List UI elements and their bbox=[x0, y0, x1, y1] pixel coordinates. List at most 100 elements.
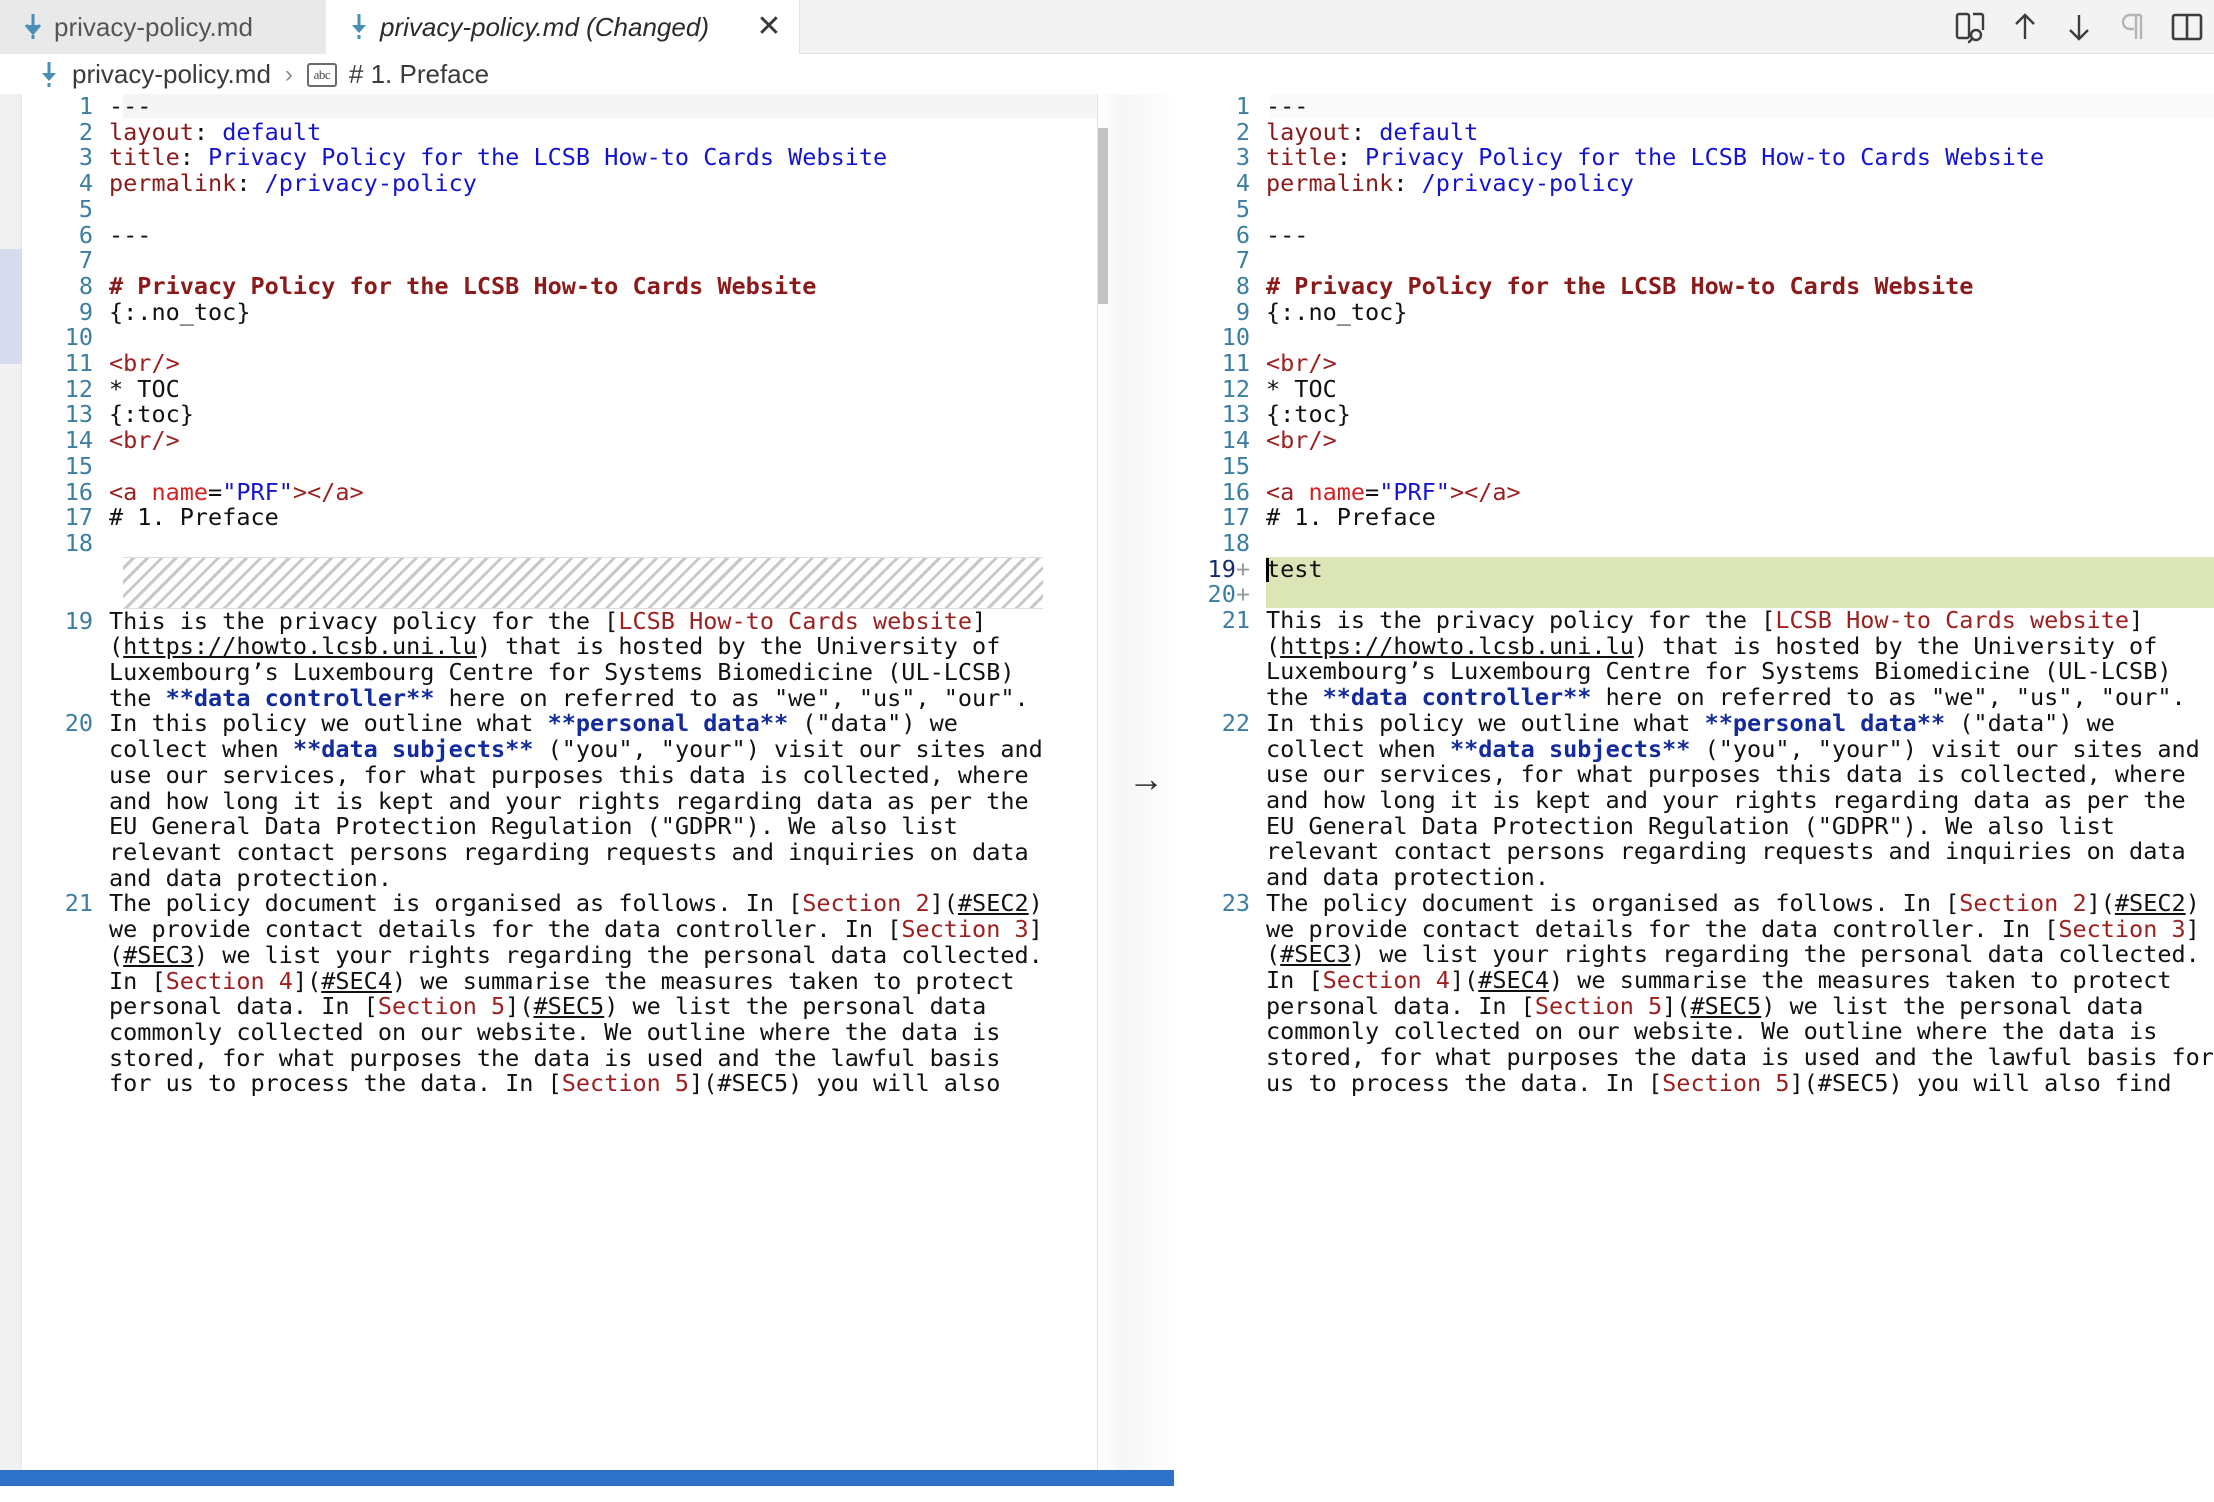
code-line-text[interactable]: title: Privacy Policy for the LCSB How-t… bbox=[109, 145, 1043, 171]
code-line-text[interactable] bbox=[109, 454, 1043, 480]
code-line-text[interactable]: <br/> bbox=[109, 428, 1043, 454]
code-line[interactable]: 11<br/> bbox=[23, 351, 1043, 377]
code-line-text[interactable]: --- bbox=[109, 94, 1043, 120]
code-line[interactable]: 1--- bbox=[23, 94, 1043, 120]
code-line[interactable]: 3title: Privacy Policy for the LCSB How-… bbox=[23, 145, 1043, 171]
tab-privacy-policy-changed[interactable]: privacy-policy.md (Changed) ✕ bbox=[326, 0, 800, 54]
horizontal-scrollbar-thumb[interactable] bbox=[0, 1470, 1174, 1486]
code-line-text[interactable]: title: Privacy Policy for the LCSB How-t… bbox=[1266, 145, 2214, 171]
code-line-text[interactable]: {:.no_toc} bbox=[109, 300, 1043, 326]
code-line-text[interactable]: {:toc} bbox=[1266, 402, 2214, 428]
code-line-text[interactable]: <a name="PRF"></a> bbox=[109, 480, 1043, 506]
code-line-text[interactable] bbox=[109, 325, 1043, 351]
code-line[interactable]: 3title: Privacy Policy for the LCSB How-… bbox=[1180, 145, 2214, 171]
breadcrumb-symbol[interactable]: # 1. Preface bbox=[349, 59, 489, 90]
code-modified[interactable]: 1---2layout: default3title: Privacy Poli… bbox=[1180, 94, 2214, 1096]
arrow-up-icon[interactable] bbox=[1998, 0, 2052, 54]
code-line-text[interactable]: # 1. Preface bbox=[109, 505, 1043, 531]
horizontal-scrollbar-track[interactable] bbox=[1174, 1470, 2214, 1486]
code-line-text[interactable]: # 1. Preface bbox=[1266, 505, 2214, 531]
code-line[interactable]: 15 bbox=[23, 454, 1043, 480]
code-line-text[interactable] bbox=[1266, 197, 2214, 223]
code-line-text[interactable]: <br/> bbox=[109, 351, 1043, 377]
code-line-text[interactable]: # Privacy Policy for the LCSB How-to Car… bbox=[1266, 274, 2214, 300]
split-view-icon[interactable] bbox=[2160, 0, 2214, 54]
code-line-inserted[interactable]: 19+test bbox=[1180, 557, 2214, 583]
code-line[interactable]: 16<a name="PRF"></a> bbox=[23, 480, 1043, 506]
code-line-text[interactable]: test bbox=[1266, 557, 2214, 583]
diff-pane-original[interactable]: 1---2layout: default3title: Privacy Poli… bbox=[23, 94, 1097, 1486]
code-line[interactable]: 2layout: default bbox=[1180, 120, 2214, 146]
code-line[interactable]: 2layout: default bbox=[23, 120, 1043, 146]
code-line[interactable]: 4permalink: /privacy-policy bbox=[1180, 171, 2214, 197]
tab-privacy-policy[interactable]: privacy-policy.md bbox=[0, 0, 326, 54]
code-line[interactable]: 22In this policy we outline what **perso… bbox=[1180, 711, 2214, 891]
code-line[interactable]: 20In this policy we outline what **perso… bbox=[23, 711, 1043, 891]
code-line-text[interactable]: * TOC bbox=[1266, 377, 2214, 403]
code-line[interactable]: 9{:.no_toc} bbox=[1180, 300, 2214, 326]
code-line[interactable]: 15 bbox=[1180, 454, 2214, 480]
inner-vertical-scrollbar-thumb[interactable] bbox=[1098, 128, 1108, 304]
code-line[interactable]: 12* TOC bbox=[1180, 377, 2214, 403]
code-line-text[interactable]: <a name="PRF"></a> bbox=[1266, 480, 2214, 506]
code-line[interactable]: 21This is the privacy policy for the [LC… bbox=[1180, 608, 2214, 711]
outer-vertical-scrollbar-thumb[interactable] bbox=[0, 249, 22, 364]
code-line-text[interactable]: --- bbox=[1266, 223, 2214, 249]
code-line-text[interactable]: <br/> bbox=[1266, 428, 2214, 454]
code-line-text[interactable]: In this policy we outline what **persona… bbox=[109, 711, 1043, 891]
close-icon[interactable]: ✕ bbox=[755, 12, 783, 42]
code-line[interactable]: 13{:toc} bbox=[23, 402, 1043, 428]
code-line[interactable]: 14<br/> bbox=[1180, 428, 2214, 454]
outer-vertical-scrollbar[interactable] bbox=[0, 94, 22, 1486]
code-line-text[interactable] bbox=[109, 248, 1043, 274]
code-line[interactable]: 18 bbox=[23, 531, 1043, 557]
code-line[interactable]: 13{:toc} bbox=[1180, 402, 2214, 428]
code-line[interactable]: 17# 1. Preface bbox=[1180, 505, 2214, 531]
code-line-text[interactable] bbox=[109, 531, 1043, 557]
code-line-text[interactable]: {:.no_toc} bbox=[1266, 300, 2214, 326]
code-line[interactable]: 11<br/> bbox=[1180, 351, 2214, 377]
code-line[interactable]: 5 bbox=[23, 197, 1043, 223]
code-line[interactable]: 16<a name="PRF"></a> bbox=[1180, 480, 2214, 506]
code-line-text[interactable] bbox=[1266, 454, 2214, 480]
code-line-text[interactable]: permalink: /privacy-policy bbox=[1266, 171, 2214, 197]
code-line-text[interactable]: layout: default bbox=[1266, 120, 2214, 146]
code-line[interactable]: 6--- bbox=[23, 223, 1043, 249]
code-line-text[interactable]: The policy document is organised as foll… bbox=[109, 891, 1043, 1097]
code-line[interactable]: 6--- bbox=[1180, 223, 2214, 249]
code-line[interactable]: 21The policy document is organised as fo… bbox=[23, 891, 1043, 1097]
code-line-text[interactable]: In this policy we outline what **persona… bbox=[1266, 711, 2214, 891]
code-line-inserted[interactable]: 20+ bbox=[1180, 582, 2214, 608]
code-line[interactable]: 14<br/> bbox=[23, 428, 1043, 454]
arrow-down-icon[interactable] bbox=[2052, 0, 2106, 54]
code-original[interactable]: 1---2layout: default3title: Privacy Poli… bbox=[23, 94, 1043, 1097]
code-line[interactable]: 9{:.no_toc} bbox=[23, 300, 1043, 326]
code-line[interactable]: 19This is the privacy policy for the [LC… bbox=[23, 609, 1043, 712]
code-line[interactable]: 12* TOC bbox=[23, 377, 1043, 403]
code-line[interactable]: 10 bbox=[23, 325, 1043, 351]
code-line[interactable]: 8# Privacy Policy for the LCSB How-to Ca… bbox=[1180, 274, 2214, 300]
code-line[interactable]: 8# Privacy Policy for the LCSB How-to Ca… bbox=[23, 274, 1043, 300]
code-line-text[interactable] bbox=[109, 197, 1043, 223]
pilcrow-icon[interactable] bbox=[2106, 0, 2160, 54]
code-line[interactable]: 5 bbox=[1180, 197, 2214, 223]
code-line[interactable]: 18 bbox=[1180, 531, 2214, 557]
code-line-text[interactable]: This is the privacy policy for the [LCSB… bbox=[1266, 608, 2214, 711]
code-line-text[interactable]: --- bbox=[109, 223, 1043, 249]
code-line[interactable]: 7 bbox=[23, 248, 1043, 274]
code-line-text[interactable]: layout: default bbox=[109, 120, 1043, 146]
code-line-text[interactable] bbox=[1266, 582, 2214, 608]
code-line-text[interactable] bbox=[1266, 325, 2214, 351]
code-line-text[interactable]: <br/> bbox=[1266, 351, 2214, 377]
code-line-text[interactable]: permalink: /privacy-policy bbox=[109, 171, 1043, 197]
code-line-text[interactable] bbox=[1266, 248, 2214, 274]
code-line[interactable]: 4permalink: /privacy-policy bbox=[23, 171, 1043, 197]
merge-arrow-icon[interactable]: → bbox=[1128, 761, 1164, 797]
code-line[interactable]: 1--- bbox=[1180, 94, 2214, 120]
code-line[interactable]: 7 bbox=[1180, 248, 2214, 274]
code-line[interactable]: 23The policy document is organised as fo… bbox=[1180, 891, 2214, 1097]
code-line[interactable]: 10 bbox=[1180, 325, 2214, 351]
breadcrumb-file[interactable]: privacy-policy.md bbox=[72, 59, 271, 90]
code-line-text[interactable] bbox=[1266, 531, 2214, 557]
diff-pane-modified[interactable]: 1---2layout: default3title: Privacy Poli… bbox=[1180, 94, 2214, 1486]
